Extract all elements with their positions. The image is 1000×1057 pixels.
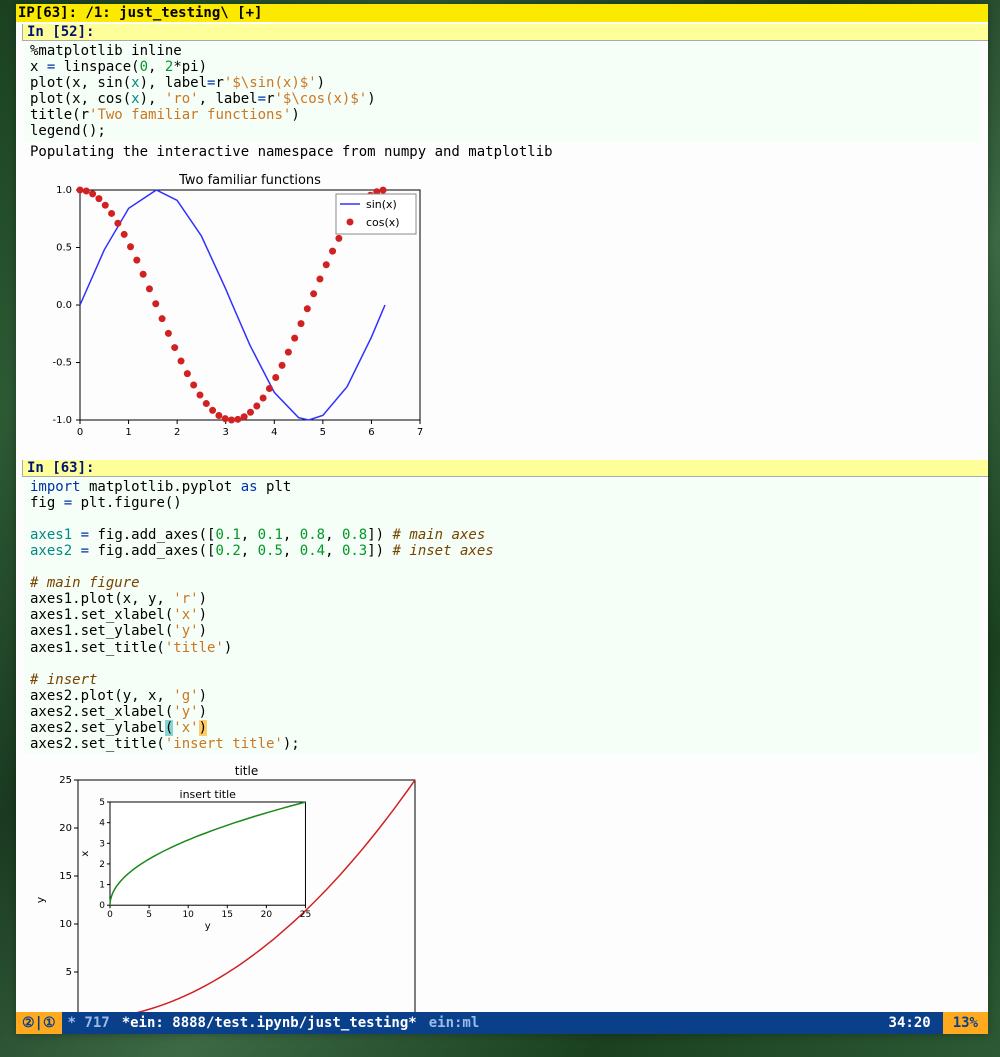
svg-text:7: 7: [417, 427, 423, 438]
svg-text:5: 5: [99, 798, 105, 808]
code-cell-63[interactable]: import matplotlib.pyplot as plt fig = pl…: [24, 477, 980, 755]
editor-window: IP[63]: /1: just_testing\ [+] In [52]: %…: [16, 4, 988, 1034]
svg-text:0.0: 0.0: [56, 300, 72, 311]
cell-prompt-63: In [63]:: [22, 460, 988, 477]
svg-text:0: 0: [107, 910, 113, 920]
status-bar: ②|① * 717 *ein: 8888/test.ipynb/just_tes…: [16, 1012, 988, 1034]
svg-text:1: 1: [99, 881, 105, 891]
svg-text:x: x: [80, 851, 91, 857]
svg-text:3: 3: [223, 427, 229, 438]
svg-text:title: title: [235, 764, 258, 778]
svg-text:sin(x): sin(x): [366, 198, 397, 211]
statusbar-cursor: 34:20: [883, 1015, 937, 1031]
svg-text:0: 0: [99, 901, 105, 911]
svg-text:0.5: 0.5: [56, 242, 72, 253]
svg-text:25: 25: [59, 775, 72, 786]
chart-1: Two familiar functions 0 1 2 3 4 5 6 7 -1.0 -0.5 0.…: [30, 170, 974, 444]
svg-text:15: 15: [222, 910, 233, 920]
svg-text:insert title: insert title: [180, 788, 237, 801]
chart-2: title0123450510152025xyinsert title05101…: [30, 762, 974, 1012]
svg-text:1: 1: [125, 427, 131, 438]
statusbar-buffer: *ein: 8888/test.ipynb/just_testing*: [116, 1015, 423, 1031]
svg-text:4: 4: [99, 819, 105, 829]
svg-text:y: y: [34, 896, 47, 903]
header-ribbon: IP[63]: /1: just_testing\ [+]: [16, 4, 988, 22]
svg-text:-0.5: -0.5: [52, 357, 72, 368]
svg-text:15: 15: [59, 871, 72, 882]
svg-text:2: 2: [174, 427, 180, 438]
svg-text:0: 0: [77, 427, 83, 438]
statusbar-percent: 13%: [943, 1012, 988, 1034]
svg-text:5: 5: [320, 427, 326, 438]
svg-text:3: 3: [99, 839, 105, 849]
cell-52-output-text: Populating the interactive namespace fro…: [24, 142, 980, 162]
svg-text:20: 20: [59, 823, 72, 834]
statusbar-window-indicator: ②|①: [16, 1012, 62, 1034]
svg-text:10: 10: [59, 919, 72, 930]
svg-text:5: 5: [146, 910, 152, 920]
statusbar-mode: ein:ml: [423, 1015, 486, 1031]
svg-text:5: 5: [66, 967, 72, 978]
svg-text:20: 20: [261, 910, 273, 920]
svg-text:-1.0: -1.0: [52, 415, 72, 426]
statusbar-modified: * 717: [62, 1015, 116, 1031]
svg-text:1.0: 1.0: [56, 185, 72, 196]
svg-text:4: 4: [271, 427, 277, 438]
editor-content[interactable]: In [52]: %matplotlib inline x = linspace…: [16, 22, 988, 1012]
svg-text:cos(x): cos(x): [366, 216, 400, 229]
svg-text:Two familiar functions: Two familiar functions: [178, 173, 321, 188]
svg-text:25: 25: [300, 910, 311, 920]
svg-text:y: y: [205, 921, 211, 932]
code-cell-52[interactable]: %matplotlib inline x = linspace(0, 2*pi)…: [24, 41, 980, 142]
svg-text:2: 2: [99, 860, 105, 870]
cell-prompt-52: In [52]:: [22, 24, 988, 41]
svg-text:10: 10: [182, 910, 194, 920]
svg-text:6: 6: [368, 427, 374, 438]
